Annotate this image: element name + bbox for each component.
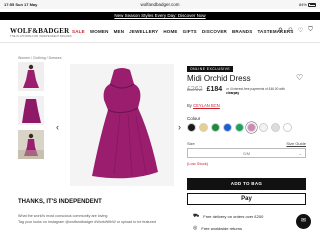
low-stock-notice: (Low Stock) xyxy=(187,161,209,166)
size-dropdown[interactable]: S/M ⌄ xyxy=(187,148,306,158)
colour-swatch[interactable] xyxy=(271,123,280,132)
thumbnail-2[interactable] xyxy=(18,96,44,125)
sale-price: £184 xyxy=(206,86,223,93)
colour-swatch[interactable] xyxy=(235,123,244,132)
colour-swatches xyxy=(187,123,292,132)
colour-swatch-selected[interactable] xyxy=(247,123,256,132)
perk-item: ◎ Free worldwide returns xyxy=(193,225,263,231)
dress-thumbnail-image xyxy=(18,96,44,125)
nav-item-discover[interactable]: DISCOVER xyxy=(202,29,227,34)
promo-banner[interactable]: New Season Styles Every Day: Discover No… xyxy=(0,12,320,20)
colour-swatch[interactable] xyxy=(211,123,220,132)
battery-icon xyxy=(308,2,316,7)
nav-item-gifts[interactable]: GIFTS xyxy=(183,29,197,34)
nav-item-brands[interactable]: BRANDS xyxy=(232,29,252,34)
prev-image-arrow[interactable]: ‹ xyxy=(56,122,59,132)
perk-text: Free worldwide returns xyxy=(201,225,243,231)
site-header: WOLF&BADGER THE PLATFORM FOR INDEPENDENT… xyxy=(0,21,320,43)
apple-pay-label: Pay xyxy=(241,196,252,202)
wishlist-icon[interactable]: ♡ xyxy=(297,27,304,34)
url-bar[interactable]: wolfandbadger.com xyxy=(0,2,320,7)
main-nav: SALE WOMEN MEN JEWELLERY HOME GIFTS DISC… xyxy=(72,29,294,34)
header-icons: ⚲ ☺ ♡ ⛉ xyxy=(277,27,314,34)
chevron-down-icon: ⌄ xyxy=(298,151,302,156)
delivery-icon: ⛟ xyxy=(193,213,200,219)
dress-thumbnail-image xyxy=(18,130,44,159)
price-row: £262 £184 or 4 interest-free payments of… xyxy=(187,86,285,95)
next-image-arrow[interactable]: › xyxy=(178,122,181,132)
thumbnail-1[interactable] xyxy=(18,62,44,91)
chat-icon[interactable]: ✉ xyxy=(296,214,311,229)
product-title: Midi Orchid Dress xyxy=(187,74,251,83)
thumbnail-3[interactable] xyxy=(18,130,44,159)
nav-item-sale[interactable]: SALE xyxy=(72,29,85,34)
nav-item-home[interactable]: HOME xyxy=(163,29,177,34)
clearpay-logo[interactable]: clearpay xyxy=(226,91,239,95)
size-dropdown-value: S/M xyxy=(242,151,251,156)
colour-swatch[interactable] xyxy=(223,123,232,132)
size-guide-link[interactable]: Size Guide xyxy=(286,141,306,146)
colour-swatch[interactable] xyxy=(187,123,196,132)
perk-text: Free delivery on orders over £200 xyxy=(203,214,264,219)
site-logo[interactable]: WOLF&BADGER xyxy=(10,27,69,35)
nav-item-women[interactable]: WOMEN xyxy=(90,29,109,34)
add-to-wishlist-heart-icon[interactable]: ♡ xyxy=(296,73,303,82)
account-icon[interactable]: ☺ xyxy=(287,27,294,34)
colour-swatch[interactable] xyxy=(259,123,268,132)
site-tagline: THE PLATFORM FOR INDEPENDENT BRANDS xyxy=(10,35,72,38)
original-price: £262 xyxy=(187,86,203,93)
thumbnail-list xyxy=(18,62,44,164)
designer-line: By CEYLAN BCN xyxy=(187,103,220,108)
promo-text[interactable]: New Season Styles Every Day: Discover No… xyxy=(114,13,205,18)
colour-swatch[interactable] xyxy=(283,123,292,132)
thanks-text: What the world's most conscious communit… xyxy=(18,213,168,225)
perks-list: ⛟ Free delivery on orders over £200 ◎ Fr… xyxy=(193,213,263,236)
colour-label: Colour xyxy=(187,116,201,121)
nav-item-jewellery[interactable]: JEWELLERY xyxy=(129,29,158,34)
designer-prefix: By xyxy=(187,103,192,108)
colour-swatch[interactable] xyxy=(199,123,208,132)
globe-icon: ◎ xyxy=(193,225,198,231)
battery-indicator: 84% xyxy=(299,2,316,7)
bag-icon[interactable]: ⛉ xyxy=(307,27,314,34)
apple-pay-button[interactable]: Pay xyxy=(187,193,306,205)
add-to-bag-button[interactable]: ADD TO BAG xyxy=(187,178,306,190)
designer-link[interactable]: CEYLAN BCN xyxy=(193,103,220,108)
online-exclusive-badge: ONLINE EXCLUSIVE xyxy=(187,66,234,72)
clearpay-info: or 4 interest-free payments of £46.00 wi… xyxy=(226,87,285,95)
battery-percent: 84% xyxy=(298,2,307,7)
dress-thumbnail-image xyxy=(18,62,44,91)
search-icon[interactable]: ⚲ xyxy=(277,27,284,34)
nav-item-men[interactable]: MEN xyxy=(114,29,125,34)
size-label: Size xyxy=(187,141,195,146)
thanks-line-2: Tag your looks on Instagram @wolfandbadg… xyxy=(18,220,156,224)
product-main-image[interactable] xyxy=(70,64,174,186)
perk-item: ⛟ Free delivery on orders over £200 xyxy=(193,213,263,220)
status-bar: 17:55 Sun 17 May wolfandbadger.com 84% xyxy=(0,0,320,9)
breadcrumb[interactable]: Women / Clothing / Dresses xyxy=(18,56,62,60)
dress-image xyxy=(70,64,174,186)
thanks-heading: THANKS, IT'S INDEPENDENT xyxy=(18,199,102,205)
